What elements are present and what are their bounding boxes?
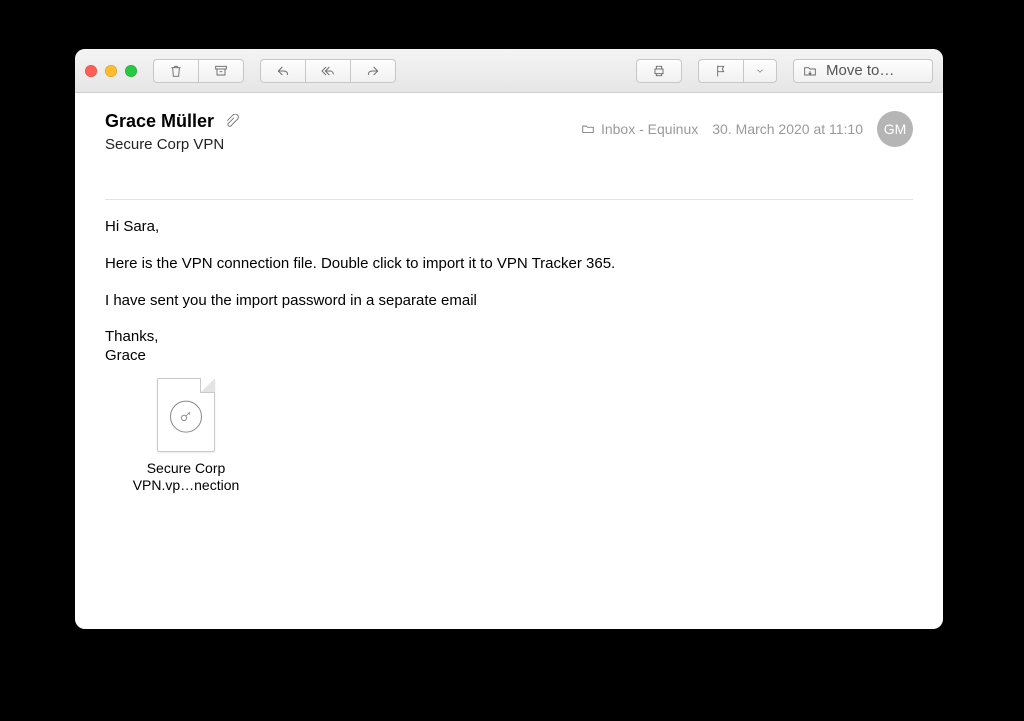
printer-icon — [651, 63, 667, 79]
attachment[interactable]: Secure Corp VPN.vp…nection — [111, 378, 261, 494]
flag-group — [698, 59, 777, 83]
delete-button[interactable] — [153, 59, 198, 83]
attachment-file-icon — [157, 378, 215, 452]
folder-chip[interactable]: Inbox - Equinux — [581, 121, 698, 137]
close-window-button[interactable] — [85, 65, 97, 77]
sig-thanks: Thanks, — [105, 328, 913, 347]
folder-label: Inbox - Equinux — [601, 121, 698, 137]
minimize-window-button[interactable] — [105, 65, 117, 77]
body-greeting: Hi Sara, — [105, 218, 913, 237]
reply-group — [260, 59, 396, 83]
key-icon — [170, 400, 202, 432]
message-header: Grace Müller Secure Corp VPN Inbox - Equ… — [75, 93, 943, 169]
mail-message-window: Move to… Grace Müller Secure Corp VPN In… — [75, 49, 943, 629]
move-to-label: Move to… — [826, 62, 894, 79]
body-line-2: I have sent you the import password in a… — [105, 292, 913, 311]
move-to-folder-icon — [802, 63, 818, 79]
zoom-window-button[interactable] — [125, 65, 137, 77]
forward-button[interactable] — [350, 59, 396, 83]
delete-group — [153, 59, 244, 83]
message-body: Hi Sara, Here is the VPN connection file… — [75, 200, 943, 513]
from-name: Grace Müller — [105, 111, 214, 132]
reply-all-button[interactable] — [305, 59, 350, 83]
sig-name: Grace — [105, 347, 913, 366]
attachment-filename: Secure Corp VPN.vp…nection — [111, 460, 261, 494]
flag-menu-button[interactable] — [743, 59, 777, 83]
reply-all-icon — [320, 63, 336, 79]
window-controls — [85, 65, 137, 77]
archive-button[interactable] — [198, 59, 244, 83]
flag-button[interactable] — [698, 59, 743, 83]
avatar: GM — [877, 111, 913, 147]
forward-icon — [365, 63, 381, 79]
reply-icon — [275, 63, 291, 79]
folder-icon — [581, 122, 595, 136]
trash-icon — [168, 63, 184, 79]
body-line-1: Here is the VPN connection file. Double … — [105, 255, 913, 274]
titlebar: Move to… — [75, 49, 943, 93]
attachment-icon — [224, 114, 239, 129]
chevron-down-icon — [755, 66, 765, 76]
archive-icon — [213, 63, 229, 79]
header-meta: Inbox - Equinux 30. March 2020 at 11:10 … — [581, 111, 913, 147]
message-date: 30. March 2020 at 11:10 — [712, 121, 863, 137]
move-to-button[interactable]: Move to… — [793, 59, 933, 83]
flag-icon — [713, 63, 729, 79]
signature: Thanks, Grace — [105, 328, 913, 366]
print-button[interactable] — [636, 59, 682, 83]
reply-button[interactable] — [260, 59, 305, 83]
